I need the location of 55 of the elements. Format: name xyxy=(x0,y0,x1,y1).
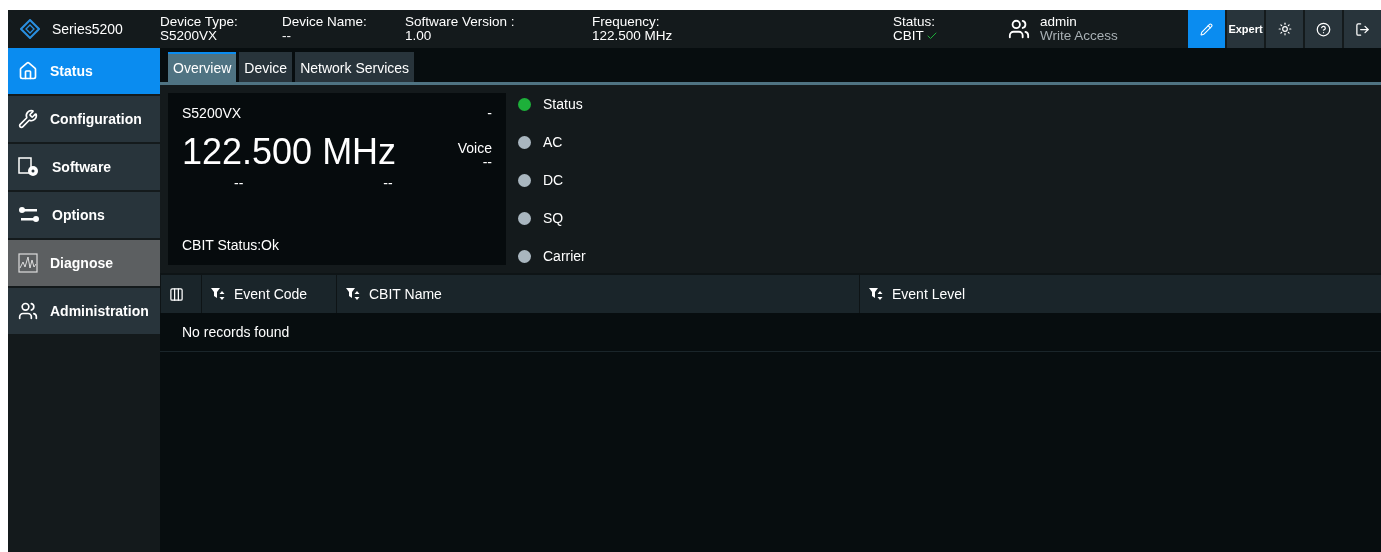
logout-button[interactable] xyxy=(1344,10,1381,48)
users-icon xyxy=(18,301,38,321)
field-value: 122.500 MHz xyxy=(592,29,674,43)
indicator-label: Status xyxy=(543,96,583,112)
sub-value: -- xyxy=(383,175,393,191)
expert-button[interactable]: Expert xyxy=(1227,10,1264,48)
sidebar-item[interactable]: Administration xyxy=(8,288,160,334)
sidebar-item[interactable]: Configuration xyxy=(8,96,160,142)
device-model: S5200VX xyxy=(182,105,242,121)
logout-icon xyxy=(1355,21,1370,37)
sidebar-item[interactable]: Diagnose xyxy=(8,240,160,286)
tab[interactable]: Device xyxy=(239,52,293,82)
filter-sort-icon[interactable] xyxy=(868,286,884,302)
sun-icon xyxy=(1277,22,1292,36)
empty-message: No records found xyxy=(182,324,290,340)
sidebar-item[interactable]: Software xyxy=(8,144,160,190)
pencil-icon xyxy=(1200,22,1213,36)
theme-button[interactable] xyxy=(1266,10,1303,48)
tab[interactable]: Network Services xyxy=(295,52,415,82)
home-icon xyxy=(18,61,38,81)
user-access: Write Access xyxy=(1040,29,1118,43)
indicator-label: Carrier xyxy=(543,248,586,264)
filter-sort-icon[interactable] xyxy=(210,286,226,302)
users-icon xyxy=(1008,18,1030,40)
sub-value: -- xyxy=(234,175,244,191)
field-label: Device Type: xyxy=(160,15,239,29)
help-icon xyxy=(1316,21,1331,37)
field-label: Software Version : xyxy=(405,15,516,29)
help-button[interactable] xyxy=(1305,10,1342,48)
status-value: CBIT xyxy=(893,29,924,43)
indicator-label: SQ xyxy=(543,210,564,226)
columns-icon[interactable] xyxy=(169,286,184,302)
filter-sort-icon[interactable] xyxy=(345,286,361,302)
status-label: Status: xyxy=(893,15,937,29)
field-value: -- xyxy=(282,29,292,43)
mode-label: Voice xyxy=(457,141,492,155)
frequency-display: 122.500 MHz xyxy=(182,131,397,173)
brand-name: Series5200 xyxy=(52,21,123,37)
waveform-chart-icon xyxy=(18,253,38,273)
field-value: S5200VX xyxy=(160,29,218,43)
sidebar-item[interactable]: Options xyxy=(8,192,160,238)
software-disc-icon xyxy=(18,157,40,177)
indicator-label: DC xyxy=(543,172,564,188)
user-name: admin xyxy=(1040,15,1078,29)
corner-value: - xyxy=(487,105,492,121)
wrench-icon xyxy=(18,109,38,129)
keys-icon xyxy=(18,206,40,224)
tab[interactable]: Overview xyxy=(168,52,237,82)
indicator-label: AC xyxy=(543,134,563,150)
field-label: Frequency: xyxy=(592,15,661,29)
mode-value: -- xyxy=(482,155,492,169)
logo-icon xyxy=(20,19,40,39)
field-value: 1.00 xyxy=(405,29,433,43)
field-label: Device Name: xyxy=(282,15,368,29)
cbit-status: CBIT Status:Ok xyxy=(182,237,280,253)
